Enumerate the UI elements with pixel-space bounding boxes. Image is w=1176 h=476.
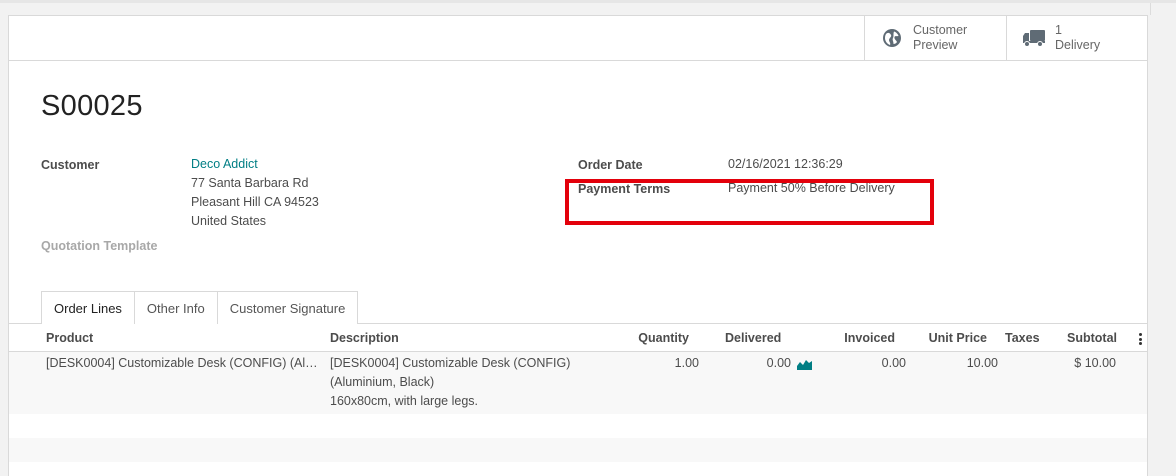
order-date-label: Order Date: [578, 158, 643, 172]
order-date-value[interactable]: 02/16/2021 12:36:29: [728, 155, 843, 174]
col-product[interactable]: Product: [46, 331, 93, 345]
customer-preview-line2: Preview: [913, 38, 958, 52]
tab-order-lines[interactable]: Order Lines: [41, 291, 135, 324]
customer-preview-line1: Customer: [913, 23, 968, 37]
notebook-tabs: Order Lines Other Info Customer Signatur…: [41, 291, 359, 324]
top-border: [0, 0, 1176, 3]
line-quantity: 1.00: [674, 356, 699, 370]
globe-icon: [879, 27, 905, 49]
quotation-template-label: Quotation Template: [41, 239, 158, 253]
forecast-chart-icon[interactable]: [797, 358, 812, 373]
customer-address-line3: United States: [191, 214, 267, 228]
line-unit-price: 10.00: [966, 356, 998, 370]
customer-address-line2: Pleasant Hill CA 94523: [191, 195, 319, 209]
top-stub: [1150, 3, 1176, 15]
customer-address-line1: 77 Santa Barbara Rd: [191, 176, 309, 190]
line-description-1: [DESK0004] Customizable Desk (CONFIG): [330, 356, 571, 370]
line-description-3: 160x80cm, with large legs.: [330, 394, 478, 408]
col-quantity[interactable]: Quantity: [629, 331, 689, 345]
payment-terms-highlight: [565, 179, 934, 225]
stat-button-box: Customer Preview 1 Delivery: [9, 16, 1147, 61]
delivery-button[interactable]: 1 Delivery: [1006, 16, 1147, 60]
line-subtotal: $ 10.00: [1074, 356, 1116, 370]
col-description[interactable]: Description: [330, 331, 399, 345]
tab-customer-signature[interactable]: Customer Signature: [216, 291, 359, 324]
order-lines-header: Product Description Quantity Delivered I…: [9, 324, 1147, 352]
col-delivered[interactable]: Delivered: [725, 331, 781, 345]
line-invoiced: 0.00: [881, 356, 906, 370]
column-options-icon[interactable]: [1139, 333, 1142, 347]
col-taxes[interactable]: Taxes: [1005, 331, 1040, 345]
line-description-2: (Aluminium, Black): [330, 375, 435, 389]
customer-preview-button[interactable]: Customer Preview: [864, 16, 1006, 60]
col-invoiced[interactable]: Invoiced: [835, 331, 895, 345]
line-product: [DESK0004] Customizable Desk (CONFIG) (A…: [46, 356, 318, 370]
tab-other-info[interactable]: Other Info: [133, 291, 218, 324]
delivery-label: Delivery: [1055, 38, 1101, 52]
empty-table-row: [9, 438, 1147, 462]
customer-link[interactable]: Deco Addict: [191, 155, 258, 174]
customer-label: Customer: [41, 158, 100, 172]
col-unit-price[interactable]: Unit Price: [919, 331, 987, 345]
truck-icon: [1021, 27, 1047, 49]
col-subtotal[interactable]: Subtotal: [1057, 331, 1117, 345]
form-sheet: Customer Preview 1 Delivery S00025 Custo…: [8, 15, 1148, 476]
line-delivered: 0.00: [766, 356, 791, 370]
delivery-count: 1: [1055, 23, 1062, 37]
table-row[interactable]: [DESK0004] Customizable Desk (CONFIG) (A…: [9, 352, 1147, 414]
order-name-title: S00025: [41, 90, 143, 122]
